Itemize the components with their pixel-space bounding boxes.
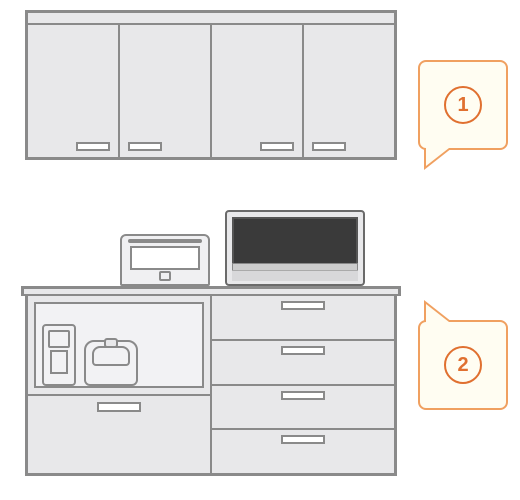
drawer-handle-icon (281, 301, 325, 310)
drawer-2 (212, 341, 394, 386)
upper-wall-cabinet (25, 10, 397, 160)
upper-cabinet-top-rail (28, 13, 394, 25)
drawer-handle-icon (281, 435, 325, 444)
upper-door-1 (28, 25, 120, 159)
drawer-handle-icon (97, 402, 141, 412)
door-handle-icon (76, 142, 110, 151)
callout-lower: 2 (418, 320, 508, 410)
lower-counter-cabinet (25, 286, 397, 476)
countertop (21, 286, 401, 296)
lower-left-section (28, 296, 212, 473)
drawer-1 (212, 296, 394, 341)
upper-cabinet-doors (28, 25, 394, 159)
door-handle-icon (312, 142, 346, 151)
door-handle-icon (128, 142, 162, 151)
drawer-4 (212, 430, 394, 473)
lower-left-drawer (28, 396, 210, 473)
callout-upper: 1 (418, 60, 508, 150)
upper-door-4 (304, 25, 394, 159)
rice-cooker-icon (84, 340, 138, 386)
upper-door-3 (212, 25, 304, 159)
electric-hot-water-pot-icon (42, 324, 76, 386)
microwave-oven-icon (225, 210, 365, 286)
lower-cabinet-body (25, 296, 397, 476)
upper-door-2 (120, 25, 212, 159)
callout-number: 1 (444, 86, 482, 124)
drawer-handle-icon (281, 346, 325, 355)
door-handle-icon (260, 142, 294, 151)
toaster-oven-icon (120, 234, 210, 286)
appliance-niche (28, 296, 210, 396)
lower-right-drawers (212, 296, 394, 473)
drawer-handle-icon (281, 391, 325, 400)
callout-number: 2 (444, 346, 482, 384)
drawer-3 (212, 386, 394, 431)
kitchen-cupboard-diagram: 1 2 (0, 0, 520, 500)
